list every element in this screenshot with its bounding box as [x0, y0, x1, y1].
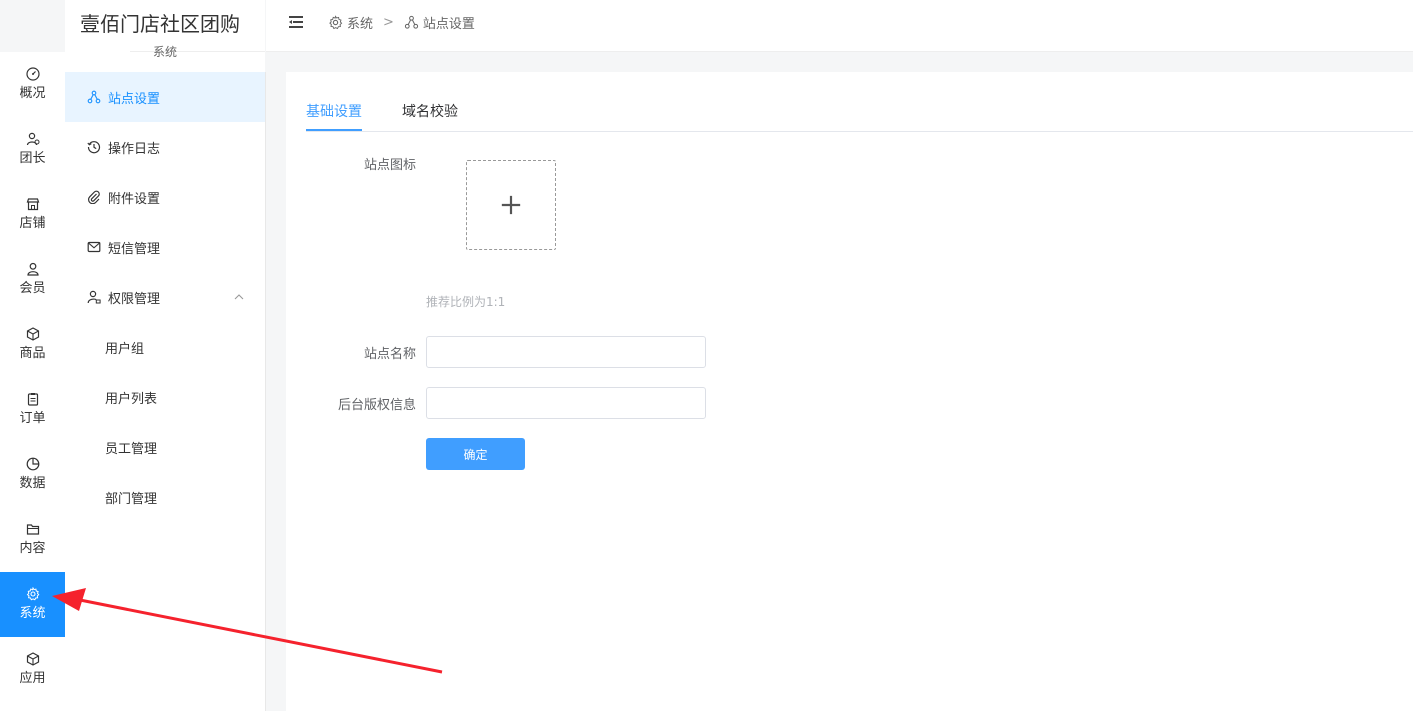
subnav-item-label: 权限管理	[108, 291, 161, 307]
gear-icon	[328, 14, 343, 30]
rail-item-label: 商品	[19, 346, 46, 361]
subnav-item-site-settings[interactable]: 站点设置	[65, 72, 265, 122]
breadcrumb-item-system[interactable]: 系统	[328, 13, 373, 32]
subnav-child-department-management[interactable]: 部门管理	[65, 472, 265, 522]
subnav-item-label: 站点设置	[108, 91, 161, 107]
rail-item-label: 概况	[19, 86, 46, 101]
brand-block: 壹佰门店社区团购 系统	[65, 0, 265, 72]
breadcrumb-separator: >	[383, 14, 394, 30]
site-name-label: 站点名称	[363, 347, 416, 362]
breadcrumb-label: 站点设置	[422, 16, 475, 32]
chevron-up-icon	[233, 291, 245, 303]
pie-chart-icon	[26, 457, 40, 471]
top-header: 系统 > 站点设置	[266, 0, 1413, 52]
plus-icon	[500, 194, 522, 216]
tab-basic-settings[interactable]: 基础设置	[306, 100, 362, 132]
subnav-child-staff-management[interactable]: 员工管理	[65, 422, 265, 472]
subnav-item-permission-management[interactable]: 权限管理	[65, 272, 265, 322]
tab-active-indicator	[306, 129, 362, 131]
dashboard-icon	[25, 67, 40, 81]
mail-icon	[87, 240, 101, 254]
history-icon	[87, 140, 101, 154]
user-icon	[26, 262, 40, 276]
rail-item-label: 数据	[19, 476, 46, 491]
breadcrumb-item-site-settings[interactable]: 站点设置	[404, 13, 475, 32]
subnav-item-label: 短信管理	[108, 241, 161, 257]
subnav-item-label: 操作日志	[108, 141, 161, 157]
main-panel: 基础设置 域名校验 站点图标 推荐比例为1:1 站点名称 后台版权信息 确定	[286, 72, 1413, 711]
box-icon	[26, 652, 40, 666]
paperclip-icon	[87, 190, 101, 204]
rail-item-system[interactable]: 系统	[0, 572, 65, 637]
clipboard-icon	[26, 392, 40, 406]
brand-title: 壹佰门店社区团购	[80, 12, 240, 36]
rail-item-label: 内容	[19, 541, 46, 556]
subnav-child-user-group[interactable]: 用户组	[65, 322, 265, 372]
rail-item-member[interactable]: 会员	[0, 247, 65, 312]
sitemap-icon	[404, 15, 419, 30]
rail-item-orders[interactable]: 订单	[0, 377, 65, 442]
subnav-item-operation-log[interactable]: 操作日志	[65, 122, 265, 172]
rail-item-apps[interactable]: 应用	[0, 637, 65, 702]
rail-item-label: 团长	[19, 151, 46, 166]
breadcrumb-label: 系统	[347, 16, 374, 32]
settings-tabs: 基础设置 域名校验	[306, 100, 1413, 132]
site-icon-label: 站点图标	[363, 158, 416, 173]
rail-item-label: 店铺	[19, 216, 46, 231]
rail-item-data[interactable]: 数据	[0, 442, 65, 507]
rail-item-label: 系统	[19, 606, 46, 621]
site-icon-upload[interactable]	[466, 160, 556, 250]
rail-item-content[interactable]: 内容	[0, 507, 65, 572]
tab-domain-verification[interactable]: 域名校验	[402, 100, 458, 132]
gear-icon	[26, 587, 40, 601]
rail-item-goods[interactable]: 商品	[0, 312, 65, 377]
subnav-item-sms-management[interactable]: 短信管理	[65, 222, 265, 272]
subnav-item-attachment-settings[interactable]: 附件设置	[65, 172, 265, 222]
rail-item-label: 应用	[19, 671, 46, 686]
copyright-input[interactable]	[426, 387, 706, 419]
rail-item-label: 订单	[19, 411, 46, 426]
site-name-input[interactable]	[426, 336, 706, 368]
submit-button[interactable]: 确定	[426, 438, 525, 470]
subnav-child-user-list[interactable]: 用户列表	[65, 372, 265, 422]
cube-icon	[26, 327, 40, 341]
menu-toggle-icon[interactable]	[288, 14, 304, 30]
rail-item-leader[interactable]: 团长	[0, 117, 65, 182]
secondary-sidebar: 站点设置 操作日志 附件设置 短信管理 权限管理 用户组 用户列表 员工管理 部…	[65, 72, 266, 711]
primary-nav-rail: 概况 团长 店铺 会员 商品 订单 数据 内容 系统 应用	[0, 52, 65, 711]
breadcrumb: 系统 > 站点设置	[328, 0, 475, 44]
rail-item-label: 会员	[19, 281, 46, 296]
rail-item-overview[interactable]: 概况	[0, 52, 65, 117]
copyright-label: 后台版权信息	[337, 398, 416, 413]
brand-subtitle: 系统	[152, 45, 177, 59]
site-icon-hint: 推荐比例为1:1	[426, 295, 506, 309]
rail-item-store[interactable]: 店铺	[0, 182, 65, 247]
folder-icon	[26, 522, 40, 536]
user-lock-icon	[87, 290, 101, 304]
user-group-icon	[26, 132, 40, 146]
store-icon	[26, 197, 40, 211]
sitemap-icon	[87, 90, 101, 104]
subnav-item-label: 附件设置	[108, 191, 161, 207]
